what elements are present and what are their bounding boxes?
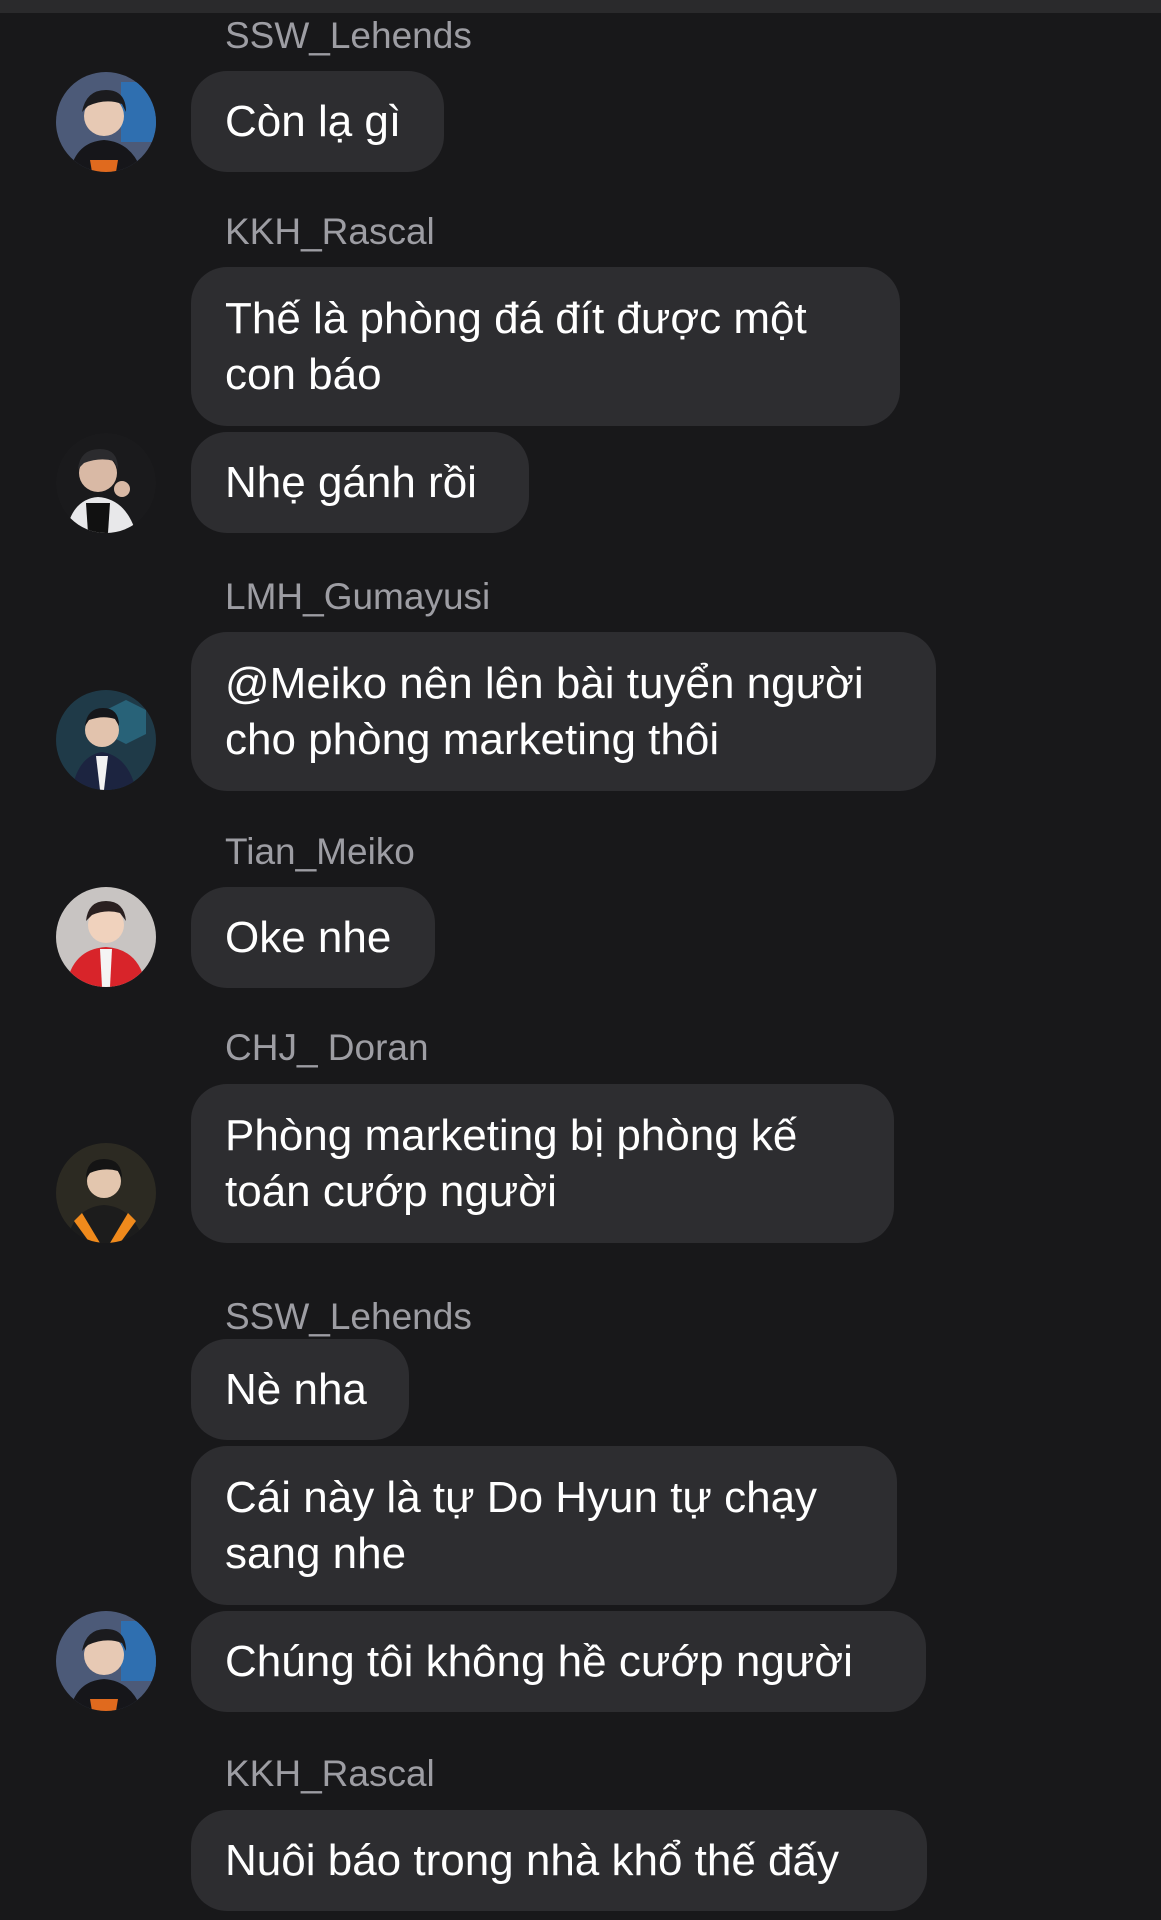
message-bubble[interactable]: Phòng marketing bị phòng kế toán cướp ng…: [191, 1084, 894, 1243]
message-text: Phòng marketing bị phòng kế toán cướp ng…: [225, 1110, 798, 1216]
avatar-photo-icon: [56, 433, 156, 533]
message-text: Nè nha: [225, 1364, 367, 1414]
message-bubble[interactable]: Thế là phòng đá đít được một con báo: [191, 267, 900, 426]
avatar-photo-icon: [56, 1143, 156, 1243]
message-bubble[interactable]: Nuôi báo trong nhà khổ thế đấy: [191, 1810, 927, 1911]
message-text: Thế là phòng đá đít được một con báo: [225, 293, 807, 399]
sender-name: SSW_Lehends: [225, 15, 472, 56]
sender-name: Tian_Meiko: [225, 831, 415, 872]
message-bubble[interactable]: Chúng tôi không hề cướp người: [191, 1611, 926, 1712]
message-bubble[interactable]: Còn lạ gì: [191, 71, 444, 172]
avatar-photo-icon: [56, 72, 156, 172]
message-bubble[interactable]: Oke nhe: [191, 887, 435, 988]
avatar-lmh-gumayusi[interactable]: [56, 690, 156, 790]
avatar-kkh-rascal[interactable]: [56, 433, 156, 533]
avatar-tian-meiko[interactable]: [56, 887, 156, 987]
avatar-photo-icon: [56, 1611, 156, 1711]
message-text: Oke nhe: [225, 912, 392, 962]
avatar-photo-icon: [56, 887, 156, 987]
message-text: Chúng tôi không hề cướp người: [225, 1636, 853, 1686]
avatar-chj-doran[interactable]: [56, 1143, 156, 1243]
message-bubble[interactable]: Nè nha: [191, 1339, 409, 1440]
sender-name: LMH_Gumayusi: [225, 576, 491, 617]
message-text: Nhẹ gánh rồi: [225, 457, 477, 507]
avatar-photo-icon: [56, 690, 156, 790]
message-text: Nuôi báo trong nhà khổ thế đấy: [225, 1835, 840, 1885]
message-text: Cái này là tự Do Hyun tự chạy sang nhe: [225, 1472, 818, 1578]
sender-name: KKH_Rascal: [225, 1753, 435, 1794]
sender-name: CHJ_ Doran: [225, 1027, 429, 1068]
top-edge-bar: [0, 0, 1161, 13]
sender-name: SSW_Lehends: [225, 1296, 472, 1337]
message-bubble[interactable]: Cái này là tự Do Hyun tự chạy sang nhe: [191, 1446, 897, 1605]
avatar-ssw-lehends[interactable]: [56, 72, 156, 172]
message-text: @Meiko nên lên bài tuyển người cho phòng…: [225, 658, 864, 764]
message-bubble[interactable]: Nhẹ gánh rồi: [191, 432, 529, 533]
message-text: Còn lạ gì: [225, 96, 402, 146]
avatar-ssw-lehends[interactable]: [56, 1611, 156, 1711]
sender-name: KKH_Rascal: [225, 211, 435, 252]
message-bubble[interactable]: @Meiko nên lên bài tuyển người cho phòng…: [191, 632, 936, 791]
